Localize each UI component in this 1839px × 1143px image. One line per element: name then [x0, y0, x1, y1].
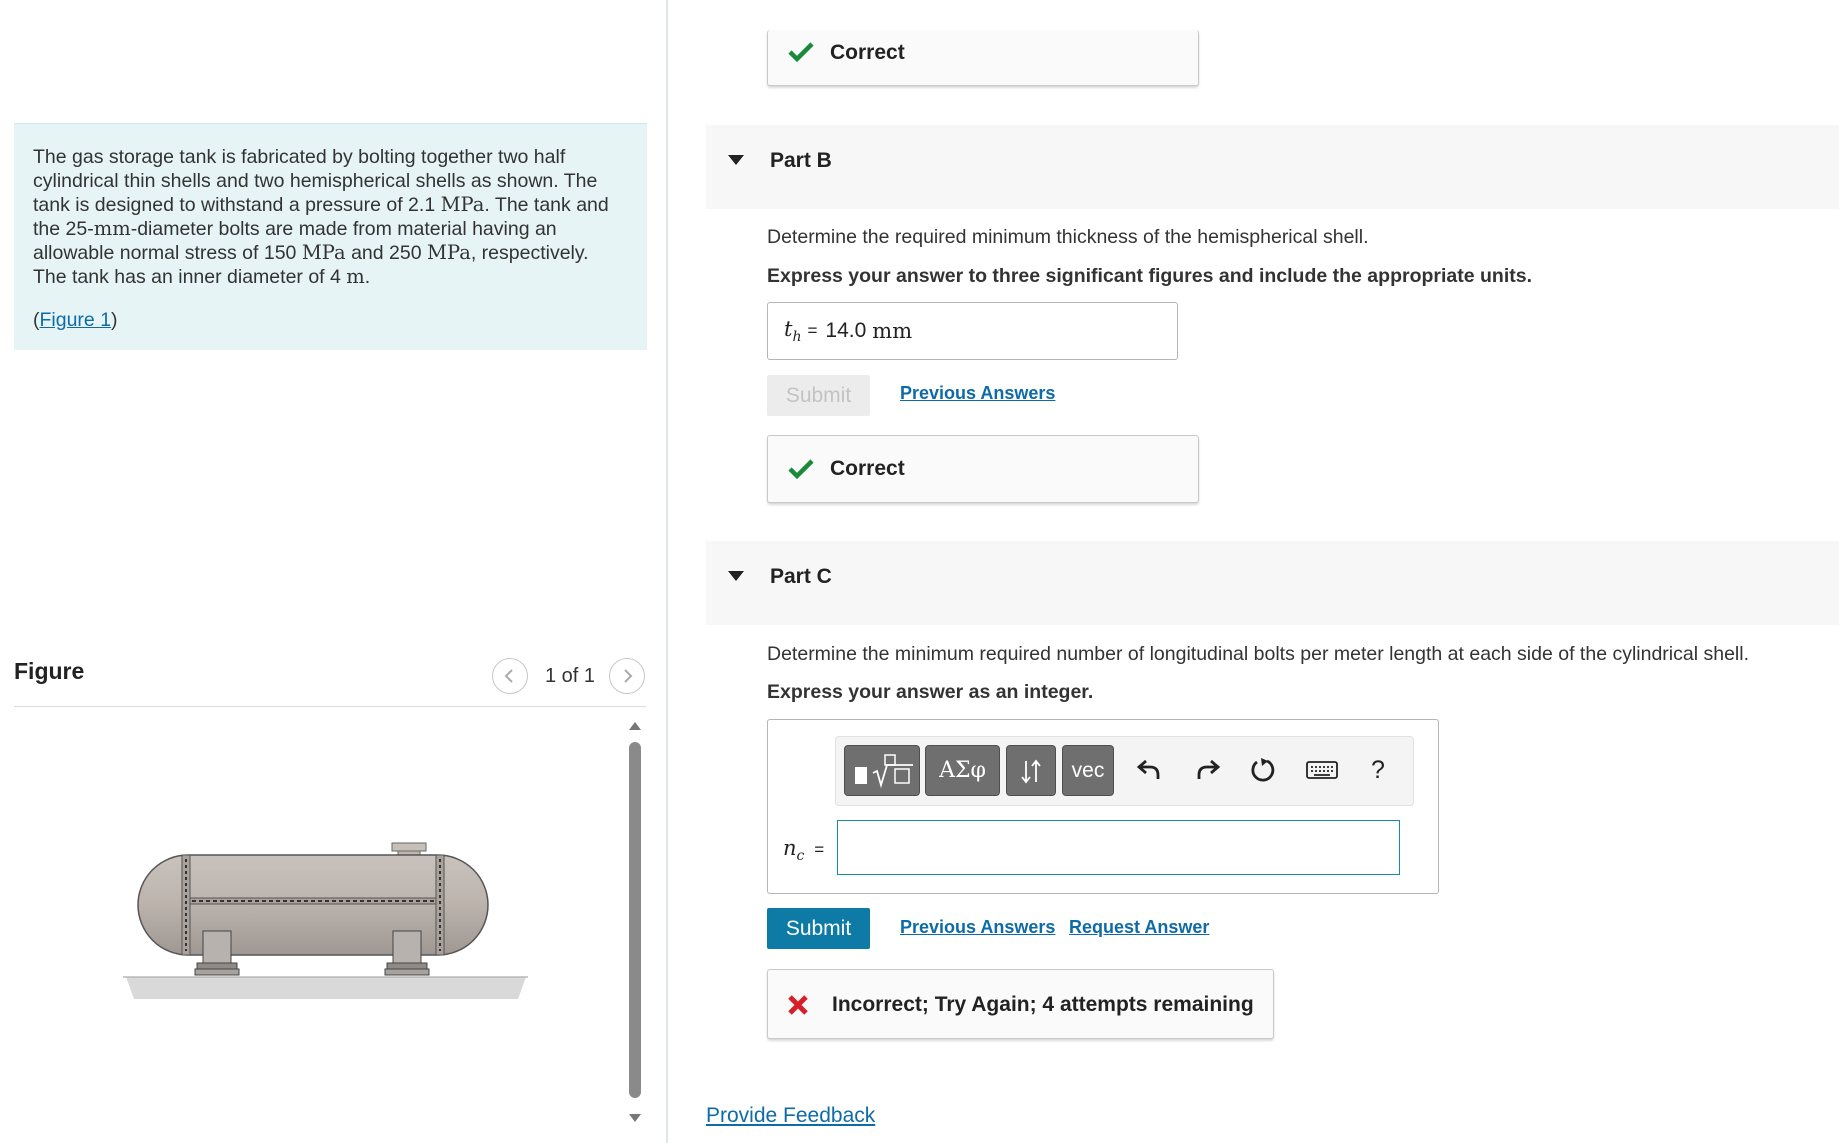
answer-variable: th: [784, 316, 802, 346]
part-c-header[interactable]: Part C: [706, 541, 1839, 625]
subscript-superscript-button[interactable]: [1006, 745, 1056, 796]
part-b-answer-display: th = 14.0 mm: [767, 302, 1178, 360]
part-c-previous-answers-link[interactable]: Previous Answers: [900, 917, 1055, 938]
redo-button[interactable]: [1190, 752, 1226, 788]
chevron-left-icon: [504, 669, 513, 683]
reset-button[interactable]: [1245, 752, 1281, 788]
scroll-up-icon[interactable]: [627, 720, 643, 732]
part-b-feedback: Correct: [767, 435, 1199, 503]
incorrect-x-icon: [788, 995, 808, 1015]
part-c-submit-button[interactable]: Submit: [767, 908, 870, 949]
reset-icon: [1251, 758, 1275, 782]
help-button[interactable]: ?: [1360, 752, 1396, 788]
figure-scroll-thumb[interactable]: [629, 742, 641, 1098]
part-c-label: Part C: [770, 565, 832, 588]
equals-sign: =: [807, 321, 818, 340]
collapse-caret-icon[interactable]: [728, 155, 744, 165]
figure-prev-button[interactable]: [492, 658, 528, 694]
part-a-feedback: Correct: [767, 30, 1199, 86]
figure-next-button[interactable]: [609, 658, 645, 694]
part-b-previous-answers-link[interactable]: Previous Answers: [900, 383, 1055, 404]
figure-counter: 1 of 1: [545, 665, 596, 687]
part-b-instruction: Express your answer to three significant…: [767, 265, 1532, 287]
part-c-feedback: Incorrect; Try Again; 4 attempts remaini…: [767, 969, 1274, 1039]
redo-icon: [1197, 759, 1221, 779]
answer-input[interactable]: [837, 820, 1400, 875]
figure-link-line: (Figure 1): [33, 309, 118, 331]
part-b-header[interactable]: Part B: [706, 125, 1839, 209]
answer-unit: mm: [872, 319, 913, 343]
part-c-question: Determine the minimum required number of…: [767, 643, 1749, 665]
greek-symbols-button[interactable]: ΑΣφ: [925, 745, 1000, 796]
figure-link[interactable]: Figure 1: [40, 309, 112, 331]
tank-illustration: [123, 842, 528, 999]
arrows-updown-icon: [1021, 759, 1041, 783]
answer-variable-c: nc =: [783, 836, 825, 865]
undo-button[interactable]: [1131, 752, 1167, 788]
figure-title: Figure: [14, 658, 85, 684]
part-c-instruction: Express your answer as an integer.: [767, 681, 1094, 703]
part-b-submit-button[interactable]: Submit: [767, 375, 870, 416]
collapse-caret-icon[interactable]: [728, 571, 744, 581]
vector-button[interactable]: vec: [1062, 745, 1114, 796]
keyboard-button[interactable]: [1302, 752, 1342, 788]
part-b-label: Part B: [770, 149, 832, 172]
provide-feedback-link[interactable]: Provide Feedback: [706, 1104, 875, 1128]
undo-icon: [1136, 759, 1160, 779]
scroll-down-icon[interactable]: [627, 1112, 643, 1124]
keyboard-icon: [1306, 761, 1338, 779]
request-answer-link[interactable]: Request Answer: [1069, 917, 1209, 938]
chevron-right-icon: [624, 669, 633, 683]
problem-statement: The gas storage tank is fabricated by bo…: [14, 123, 647, 350]
check-icon: [788, 459, 814, 480]
fraction-sqrt-icon: [855, 753, 913, 788]
pane-divider[interactable]: [666, 0, 668, 1143]
templates-button[interactable]: [844, 745, 920, 796]
answer-value: 14.0: [825, 319, 867, 342]
figure-divider: [14, 706, 646, 707]
problem-text: The gas storage tank is fabricated by bo…: [33, 146, 609, 288]
part-b-question: Determine the required minimum thickness…: [767, 226, 1369, 248]
check-icon: [788, 42, 814, 63]
